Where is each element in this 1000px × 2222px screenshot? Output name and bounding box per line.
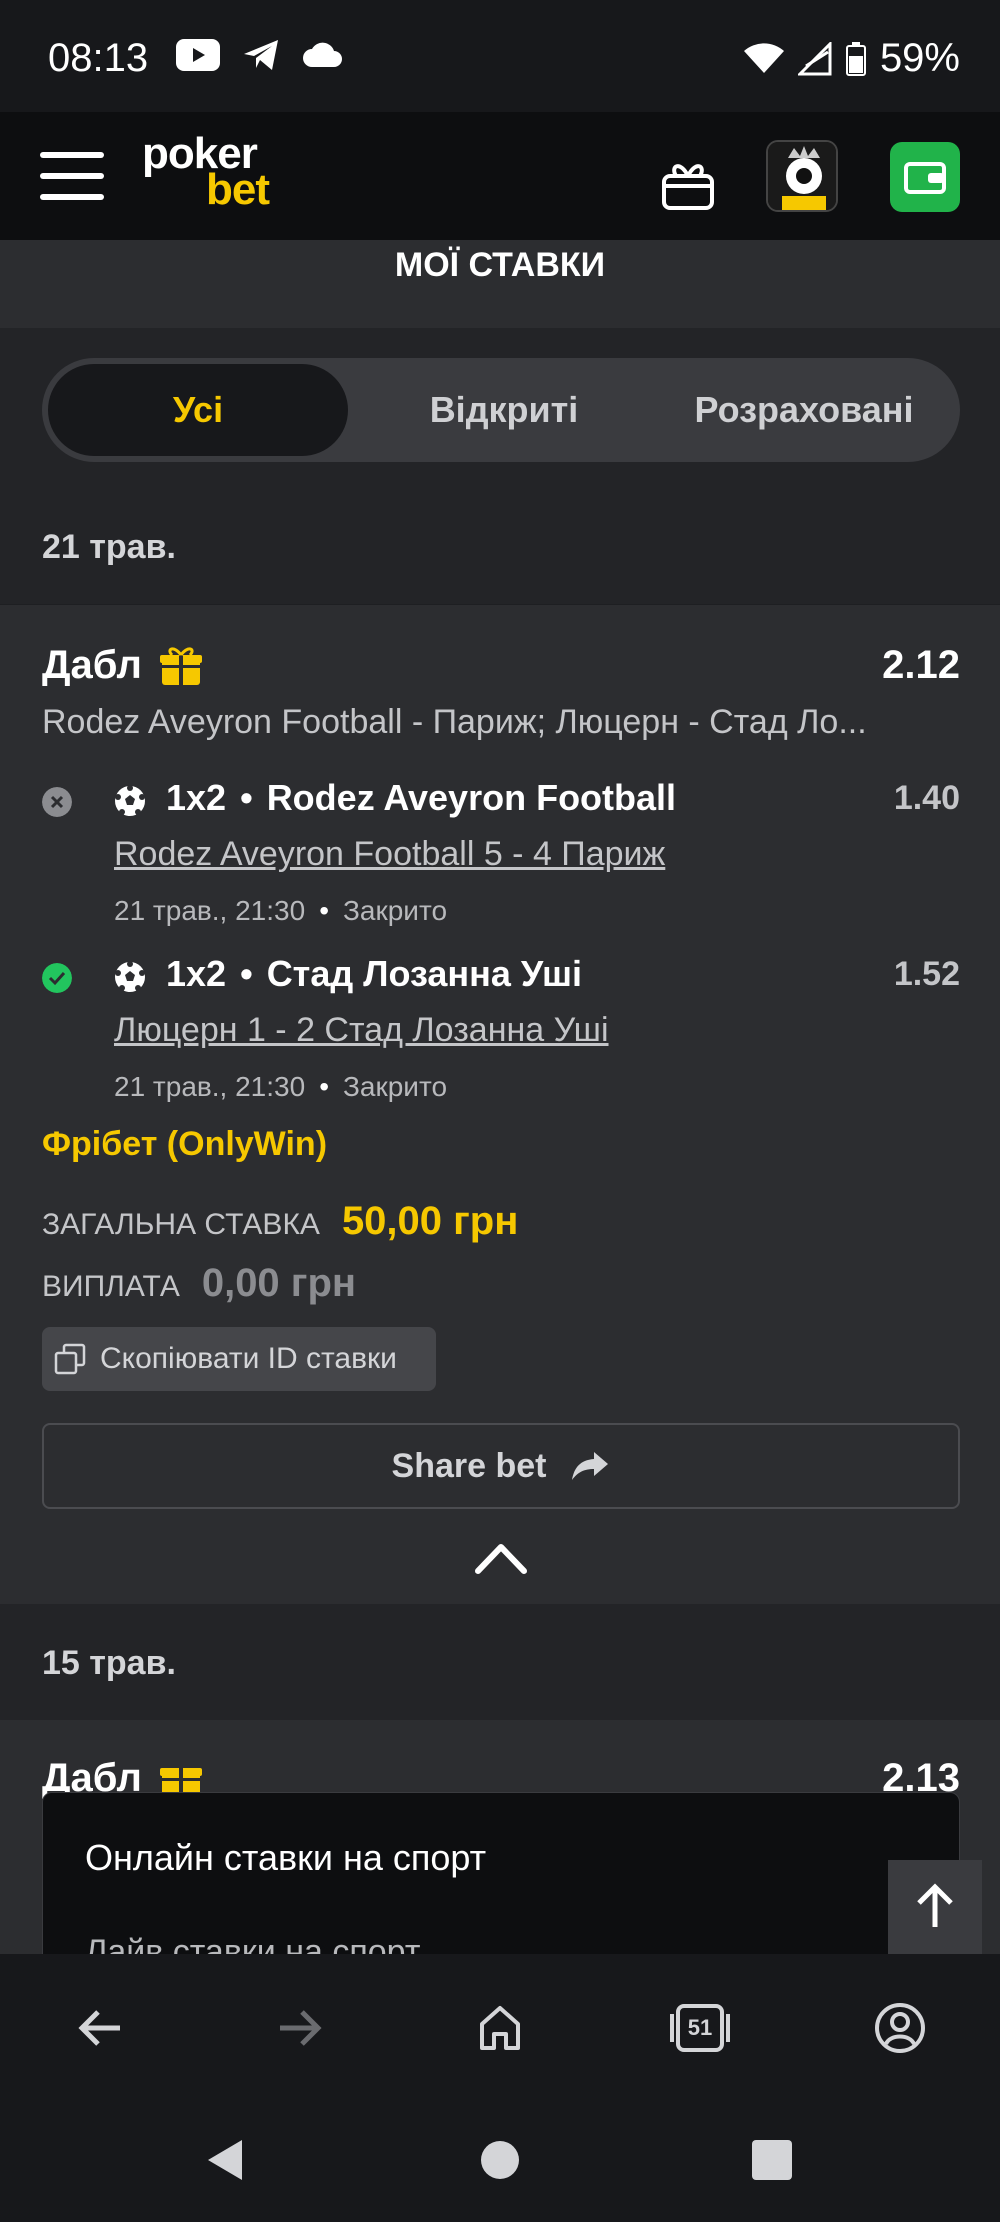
soccer-ball-icon [115, 785, 145, 816]
lost-status-icon [42, 787, 72, 817]
won-status-icon [42, 963, 72, 993]
tabs-section: Усі Відкриті Розраховані [0, 328, 1000, 488]
browser-toolbar: 51 [0, 1954, 1000, 2100]
account-button[interactable] [868, 1996, 932, 2060]
system-home-icon[interactable] [476, 2136, 524, 2184]
system-back-icon[interactable] [202, 2136, 250, 2184]
match-result-link[interactable]: Люцерн 1 - 2 Стад Лозанна Уші [114, 1011, 609, 1050]
signal-icon [797, 41, 832, 75]
total-stake-value: 50,00 грн [341, 1199, 519, 1243]
youtube-icon [176, 39, 220, 71]
selection-header: 1x2 • Стад Лозанна Уші [166, 953, 582, 994]
total-stake-label: ЗАГАЛЬНА СТАВКА [42, 1208, 320, 1241]
date-label: 21 трав. [42, 528, 176, 566]
bet-card[interactable]: Дабл 2.12 Rodez Aveyron Football - Париж… [0, 604, 1000, 1602]
selection-header: 1x2 • Rodez Aveyron Football [166, 777, 677, 818]
copy-bet-id-label: Скопіювати ID ставки [100, 1342, 397, 1375]
arrow-left-icon [78, 2010, 120, 2046]
status-bar: 08:13 59% [0, 0, 1000, 112]
page-title: МОЇ СТАВКИ [0, 240, 1000, 328]
telegram-icon [244, 40, 278, 70]
selection-coefficient: 1.52 [893, 955, 960, 993]
selection-meta: 21 трав., 21:30 • Закрито [114, 895, 448, 926]
wifi-icon [743, 42, 784, 73]
share-bet-button[interactable]: Share bet [42, 1423, 960, 1509]
selection-state: Закрито [343, 1071, 448, 1102]
payout-label: ВИПЛАТА [42, 1270, 180, 1303]
gift-badge-icon [159, 647, 202, 685]
bet-selection: 1x2 • Стад Лозанна Уші 1.52 Люцерн 1 - 2 С… [0, 949, 1000, 1119]
bet-type: Дабл [42, 643, 142, 687]
selection-market: 1x2 [166, 777, 227, 818]
avatar[interactable] [766, 140, 838, 212]
selection-datetime: 21 трав., 21:30 [114, 895, 306, 926]
copy-bet-id-button[interactable]: Скопіювати ID ставки [42, 1327, 436, 1391]
tab-open[interactable]: Відкриті [354, 364, 654, 456]
selection-datetime: 21 трав., 21:30 [114, 1071, 306, 1102]
pokerbet-logo[interactable]: poker bet [142, 132, 270, 214]
battery-icon [845, 41, 866, 76]
selection-market: 1x2 [166, 953, 227, 994]
collapse-chevron-up-icon[interactable] [474, 1541, 528, 1575]
cloud-icon [303, 42, 342, 67]
selection-pick: Стад Лозанна Уші [266, 953, 582, 994]
date-label: 15 трав. [42, 1644, 176, 1682]
back-button[interactable] [68, 1996, 132, 2060]
selection-meta: 21 трав., 21:30 • Закрито [114, 1071, 448, 1102]
arrow-up-icon [917, 1883, 953, 1927]
wallet-icon[interactable] [890, 142, 960, 212]
bet-coefficient: 2.12 [882, 643, 960, 687]
bet-filter-tabs: Усі Відкриті Розраховані [42, 358, 960, 462]
menu-icon[interactable] [40, 152, 104, 200]
gift-icon[interactable] [660, 156, 716, 212]
share-bet-label: Share bet [391, 1446, 547, 1485]
bet-description: Rodez Aveyron Football - Париж; Люцерн -… [42, 703, 867, 741]
arrow-right-icon [280, 2010, 322, 2046]
copy-icon [54, 1343, 86, 1375]
tabs-button[interactable]: 51 [668, 1996, 732, 2060]
app-header: poker bet [0, 112, 1000, 240]
total-stake-row: ЗАГАЛЬНА СТАВКА 50,00 грн [42, 1199, 518, 1244]
home-button[interactable] [468, 1996, 532, 2060]
forward-button[interactable] [268, 1996, 332, 2060]
tab-all[interactable]: Усі [48, 364, 348, 456]
bet-selection: 1x2 • Rodez Aveyron Football 1.40 Rodez Av… [0, 773, 1000, 943]
selection-pick: Rodez Aveyron Football [266, 777, 677, 818]
payout-value: 0,00 грн [201, 1261, 357, 1305]
system-recents-icon[interactable] [748, 2136, 796, 2184]
tab-settled[interactable]: Розраховані [654, 364, 954, 456]
logo-text-bet: bet [206, 165, 270, 214]
battery-percent: 59% [879, 36, 960, 80]
selection-coefficient: 1.40 [893, 779, 960, 817]
footer-link-online-betting[interactable]: Онлайн ставки на спорт [85, 1837, 486, 1879]
account-icon [875, 2003, 925, 2053]
soccer-ball-icon [115, 961, 145, 992]
match-result-link[interactable]: Rodez Aveyron Football 5 - 4 Париж [114, 835, 665, 874]
share-arrow-icon [572, 1452, 609, 1480]
tab-count: 51 [687, 2015, 713, 2040]
date-header: 21 трав. [0, 488, 1000, 604]
freebet-label: Фрібет (OnlyWin) [42, 1125, 328, 1163]
system-navigation-bar [0, 2100, 1000, 2222]
payout-row: ВИПЛАТА 0,00 грн [42, 1261, 356, 1306]
bet-title: Дабл [42, 643, 202, 688]
status-time: 08:13 [48, 36, 149, 80]
home-icon [480, 2006, 520, 2050]
scroll-to-top-button[interactable] [888, 1860, 982, 1954]
date-header: 15 трав. [0, 1604, 1000, 1720]
selection-state: Закрито [343, 895, 448, 926]
